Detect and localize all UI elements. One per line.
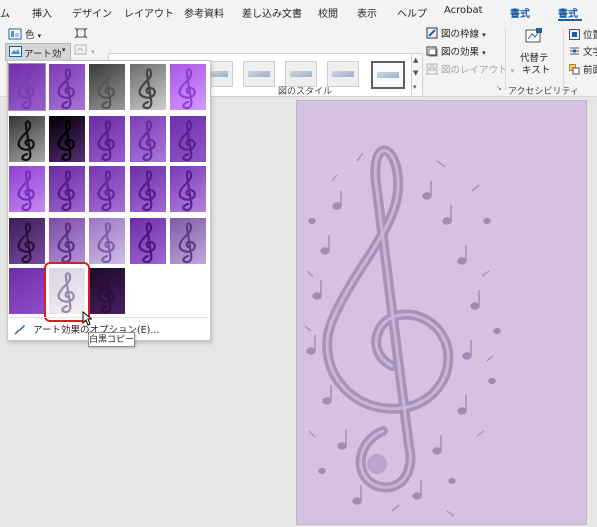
brush-icon — [14, 324, 26, 338]
tab-acrobat[interactable]: Acrobat — [444, 5, 483, 16]
tab-picture-format[interactable]: 書式 — [558, 5, 578, 20]
art-effect-thumb[interactable] — [9, 268, 45, 314]
alt-text-button[interactable]: 代替テ キスト — [512, 27, 556, 79]
art-effect-thumb[interactable] — [49, 166, 85, 212]
scroll-down-icon[interactable]: ▼ — [413, 69, 418, 77]
group-divider — [505, 28, 506, 90]
tab-layout[interactable]: レイアウト — [124, 5, 174, 20]
picture-effects-icon — [426, 45, 438, 60]
compress-pictures-button[interactable] — [74, 27, 88, 42]
art-effect-thumb[interactable] — [130, 64, 166, 110]
alt-text-icon — [525, 27, 543, 48]
wrap-text-label: 文字 — [583, 47, 597, 58]
chevron-down-icon: ▾ — [482, 31, 486, 39]
reset-picture-icon — [74, 44, 88, 59]
art-effect-thumb[interactable] — [170, 116, 206, 162]
picture-effects-label: 図の効果 — [441, 47, 480, 58]
tab-help[interactable]: ヘルプ — [397, 5, 427, 20]
gallery-more-icon[interactable]: ▾ — [413, 83, 417, 91]
tab-insert[interactable]: 挿入 — [32, 5, 52, 20]
wrap-text-button[interactable]: 文字 — [569, 44, 597, 60]
dialog-launcher-icon[interactable]: ↘ — [496, 84, 502, 92]
effect-tooltip: 白黒コピー — [88, 332, 135, 347]
tab-references[interactable]: 参考資料 — [184, 5, 224, 20]
chevron-down-icon: ▾ — [37, 32, 42, 40]
art-effects-icon — [9, 46, 22, 60]
chevron-down-icon: ▾ — [62, 46, 66, 54]
tab-shape-format[interactable]: 書式 — [510, 5, 530, 20]
position-icon — [569, 28, 580, 43]
pencil-border-icon — [426, 27, 438, 42]
picture-style-thumb[interactable] — [243, 61, 275, 87]
mouse-pointer-icon — [82, 310, 93, 329]
picture-effects-button[interactable]: 図の効果 ▾ — [426, 44, 486, 60]
art-effect-thumb[interactable] — [49, 64, 85, 110]
position-button[interactable]: 位置 — [569, 27, 597, 43]
wrap-text-icon — [569, 46, 580, 60]
art-effect-thumb[interactable] — [89, 116, 125, 162]
picture-border-label: 図の枠線 — [441, 29, 480, 40]
color-palette-icon — [8, 28, 22, 43]
chevron-down-icon: ▾ — [91, 48, 95, 56]
group-divider — [563, 28, 564, 90]
picture-layout-icon — [426, 63, 438, 78]
picture-layout-button[interactable]: 図のレイアウト ▾ — [426, 62, 514, 78]
art-effect-thumb[interactable] — [8, 63, 46, 111]
bring-forward-label: 前面 — [583, 65, 597, 76]
color-button[interactable]: 色 ▾ — [8, 27, 41, 43]
art-effect-thumb[interactable] — [49, 218, 85, 264]
art-effect-thumb[interactable] — [170, 166, 206, 212]
art-effect-thumb[interactable] — [130, 166, 166, 212]
alt-text-label-2: キスト — [522, 65, 551, 76]
art-effect-thumb[interactable] — [170, 64, 206, 110]
tab-design[interactable]: デザイン — [72, 5, 112, 20]
art-effect-thumb[interactable] — [89, 166, 125, 212]
art-effect-thumb[interactable] — [89, 218, 125, 264]
gallery-scrollbar[interactable]: ▲ ▼ ▾ — [411, 53, 423, 97]
art-effect-thumb[interactable] — [130, 116, 166, 162]
document-picture[interactable] — [296, 100, 587, 525]
menu-separator — [7, 317, 209, 318]
art-effect-thumb[interactable] — [9, 166, 45, 212]
chevron-down-icon: ▾ — [482, 49, 486, 57]
art-effect-thumb[interactable] — [89, 64, 125, 110]
picture-styles-group-label: 図のスタイル — [278, 87, 333, 97]
picture-layout-label: 図のレイアウト — [441, 65, 508, 76]
art-effect-thumb[interactable] — [49, 116, 85, 162]
tab-review[interactable]: 校閲 — [318, 5, 338, 20]
scroll-up-icon[interactable]: ▲ — [413, 56, 418, 64]
art-effect-thumb[interactable] — [130, 218, 166, 264]
art-effect-thumb[interactable] — [89, 268, 125, 314]
art-effects-button[interactable]: アート効果 ▾ — [5, 43, 71, 74]
reset-picture-button[interactable]: ▾ — [74, 44, 95, 59]
art-effect-thumb[interactable] — [9, 116, 45, 162]
active-tab-indicator — [558, 19, 582, 21]
treble-clef-icon — [304, 145, 501, 517]
art-effect-thumb[interactable] — [170, 218, 206, 264]
compress-pictures-icon — [74, 27, 88, 42]
bring-forward-icon — [569, 63, 580, 78]
ribbon-tab-bar: ム 挿入 デザイン レイアウト 参考資料 差し込み文書 校閲 表示 ヘルプ Ac… — [0, 0, 597, 22]
color-label: 色 — [25, 30, 35, 41]
picture-border-button[interactable]: 図の枠線 ▾ — [426, 26, 486, 42]
tab-mailings[interactable]: 差し込み文書 — [242, 5, 302, 20]
tab-home[interactable]: ム — [0, 5, 10, 20]
position-label: 位置 — [583, 30, 597, 41]
art-effect-thumb[interactable] — [9, 218, 45, 264]
picture-style-thumb-selected[interactable] — [371, 61, 405, 89]
accessibility-group-label: アクセシビリティ — [508, 87, 580, 97]
tab-view[interactable]: 表示 — [357, 5, 377, 20]
bring-forward-button[interactable]: 前面 — [569, 62, 597, 78]
